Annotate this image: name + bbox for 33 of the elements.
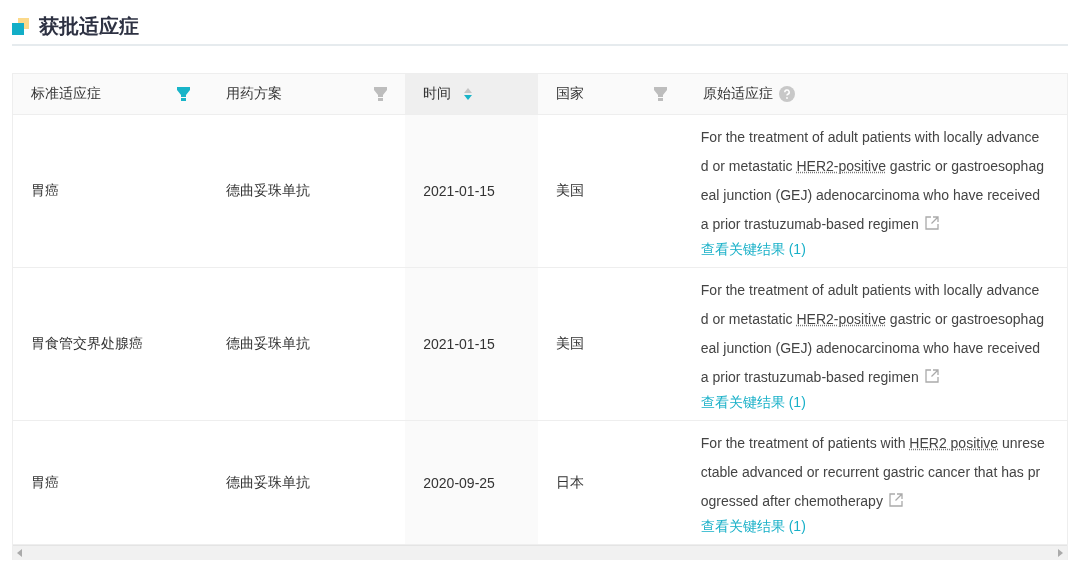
- external-link-icon[interactable]: [924, 216, 939, 230]
- indication-text: For the treatment of adult patients with locally advanced or metastatic HER2-positive gastric or gastroesophageal junction (GEJ) adenocarcinoma who have received a prior trastuzumab-based regimen: [700, 128, 1045, 234]
- horizontal-scrollbar[interactable]: [13, 545, 1067, 560]
- indication-text: For the treatment of adult patients with locally advanced or metastatic HER2-positive gastric or gastroesophageal junction (GEJ) adenocarcinoma who have received a prior trastuzumab-based regimen: [700, 281, 1045, 387]
- filter-icon[interactable]: [374, 87, 388, 101]
- indication-cell: 胃癌: [31, 473, 59, 492]
- filter-icon[interactable]: [176, 87, 190, 101]
- column-header[interactable]: 国家: [556, 85, 585, 103]
- indication-cell: 胃癌: [31, 182, 59, 200]
- section-icon: [12, 17, 29, 35]
- column-header[interactable]: 时间: [423, 85, 452, 103]
- country-cell: 美国: [556, 335, 585, 353]
- country-cell: 美国: [556, 182, 585, 200]
- regimen-cell: 德曲妥珠单抗: [225, 335, 310, 353]
- indication-text: For the treatment of patients with HER2 positive unresectable advanced or recurrent gastric cancer that has progressed after chemotherapy: [700, 434, 1046, 511]
- column-header[interactable]: 标准适应症: [31, 85, 101, 103]
- filter-icon[interactable]: [653, 87, 667, 101]
- column-header[interactable]: 用药方案: [225, 85, 282, 103]
- regimen-cell: 德曲妥珠单抗: [225, 473, 310, 492]
- column-header[interactable]: 原始适应症: [702, 85, 773, 103]
- section-title: 获批适应症: [39, 13, 139, 39]
- scroll-left-icon[interactable]: [17, 549, 23, 557]
- help-icon[interactable]: [778, 86, 795, 102]
- external-link-icon[interactable]: [888, 493, 903, 507]
- indication-cell: 胃食管交界处腺癌: [31, 335, 143, 353]
- country-cell: 日本: [556, 473, 585, 492]
- regimen-cell: 德曲妥珠单抗: [225, 182, 310, 200]
- scroll-right-icon[interactable]: [1057, 549, 1063, 557]
- sort-icon[interactable]: [463, 87, 474, 101]
- date-cell: 2021-01-15: [423, 336, 495, 352]
- external-link-icon[interactable]: [924, 369, 939, 383]
- date-cell: 2021-01-15: [423, 183, 495, 199]
- date-cell: 2020-09-25: [423, 474, 495, 491]
